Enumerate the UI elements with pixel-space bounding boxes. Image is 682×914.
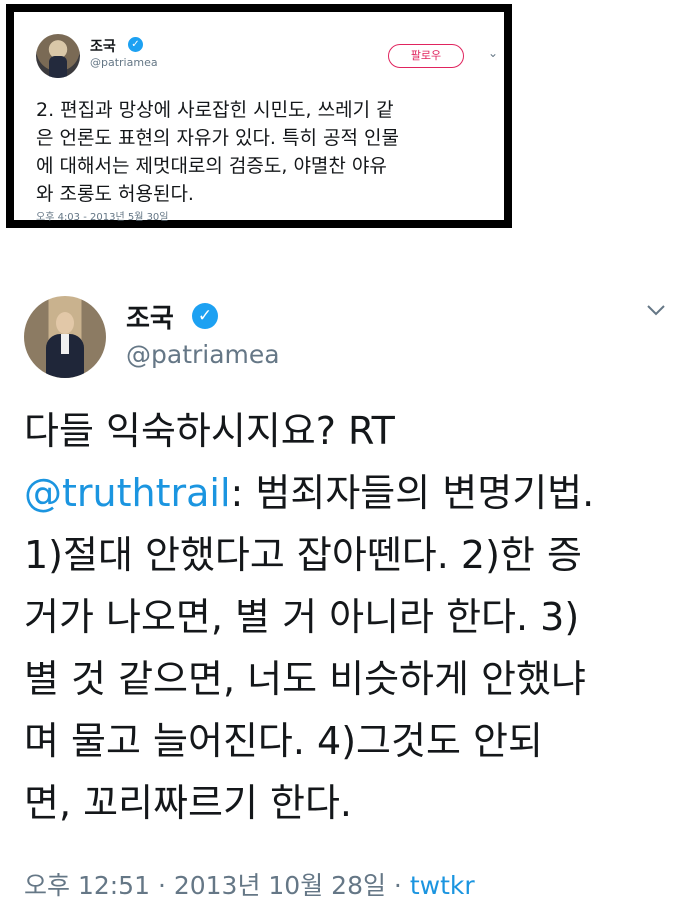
chevron-down-icon[interactable]: ⌄	[488, 46, 498, 60]
tweet-card-1: 조국 ✓ @patriamea 팔로우 ⌄ 2. 편집과 망상에 사로잡힌 시민…	[6, 4, 512, 228]
verified-badge-icon: ✓	[128, 37, 143, 52]
tweet-source-link[interactable]: twtkr	[410, 871, 475, 900]
tweet-text-line: 와 조롱도 허용된다.	[36, 183, 194, 205]
tweet-text-line: 은 언론도 표현의 자유가 있다. 특히 공적 인물	[36, 127, 399, 149]
tweet-text-line: 며 물고 늘어진다. 4)그것도 안되	[24, 719, 543, 763]
avatar[interactable]	[24, 296, 106, 378]
tweet-text-line: 별 것 같으면, 너도 비슷하게 안했냐	[24, 657, 586, 701]
tweet-text-line: 면, 꼬리짜르기 한다.	[24, 781, 352, 825]
tweet-text-fragment: : 범죄자들의 변명기법.	[230, 471, 595, 515]
chevron-down-icon[interactable]	[644, 300, 668, 320]
tweet-text-line: 에 대해서는 제멋대로의 검증도, 야멸찬 야유	[36, 155, 387, 177]
tweet-text-line: 2. 편집과 망상에 사로잡힌 시민도, 쓰레기 같	[36, 99, 394, 121]
tweet-text: 다들 익숙하시지요? RT @truthtrail: 범죄자들의 변명기법. 1…	[24, 400, 674, 834]
tweet-text-line: 다들 익숙하시지요? RT	[24, 409, 395, 453]
user-handle[interactable]: @patriamea	[90, 56, 158, 69]
verified-badge-icon: ✓	[192, 303, 218, 329]
avatar[interactable]	[36, 34, 80, 78]
tweet-text-line: @truthtrail: 범죄자들의 변명기법.	[24, 462, 674, 524]
display-name[interactable]: 조국	[126, 298, 174, 335]
user-handle[interactable]: @patriamea	[126, 340, 280, 369]
mention-link[interactable]: @truthtrail	[24, 471, 231, 515]
tweet-meta: 오후 12:51 · 2013년 10월 28일 · twtkr	[24, 866, 475, 902]
tweet-text: 2. 편집과 망상에 사로잡힌 시민도, 쓰레기 같 은 언론도 표현의 자유가…	[36, 96, 496, 208]
tweet-timestamp[interactable]: 오후 4:03 - 2013년 5월 30일	[36, 208, 169, 223]
tweet-timestamp[interactable]: 오후 12:51 · 2013년 10월 28일 ·	[24, 871, 410, 900]
tweet-text-line: 1)절대 안했다고 잡아뗀다. 2)한 증	[24, 533, 582, 577]
tweet-text-line: 거가 나오면, 별 거 아니라 한다. 3)	[24, 595, 580, 639]
display-name[interactable]: 조국	[90, 36, 116, 56]
follow-button[interactable]: 팔로우	[388, 44, 464, 68]
